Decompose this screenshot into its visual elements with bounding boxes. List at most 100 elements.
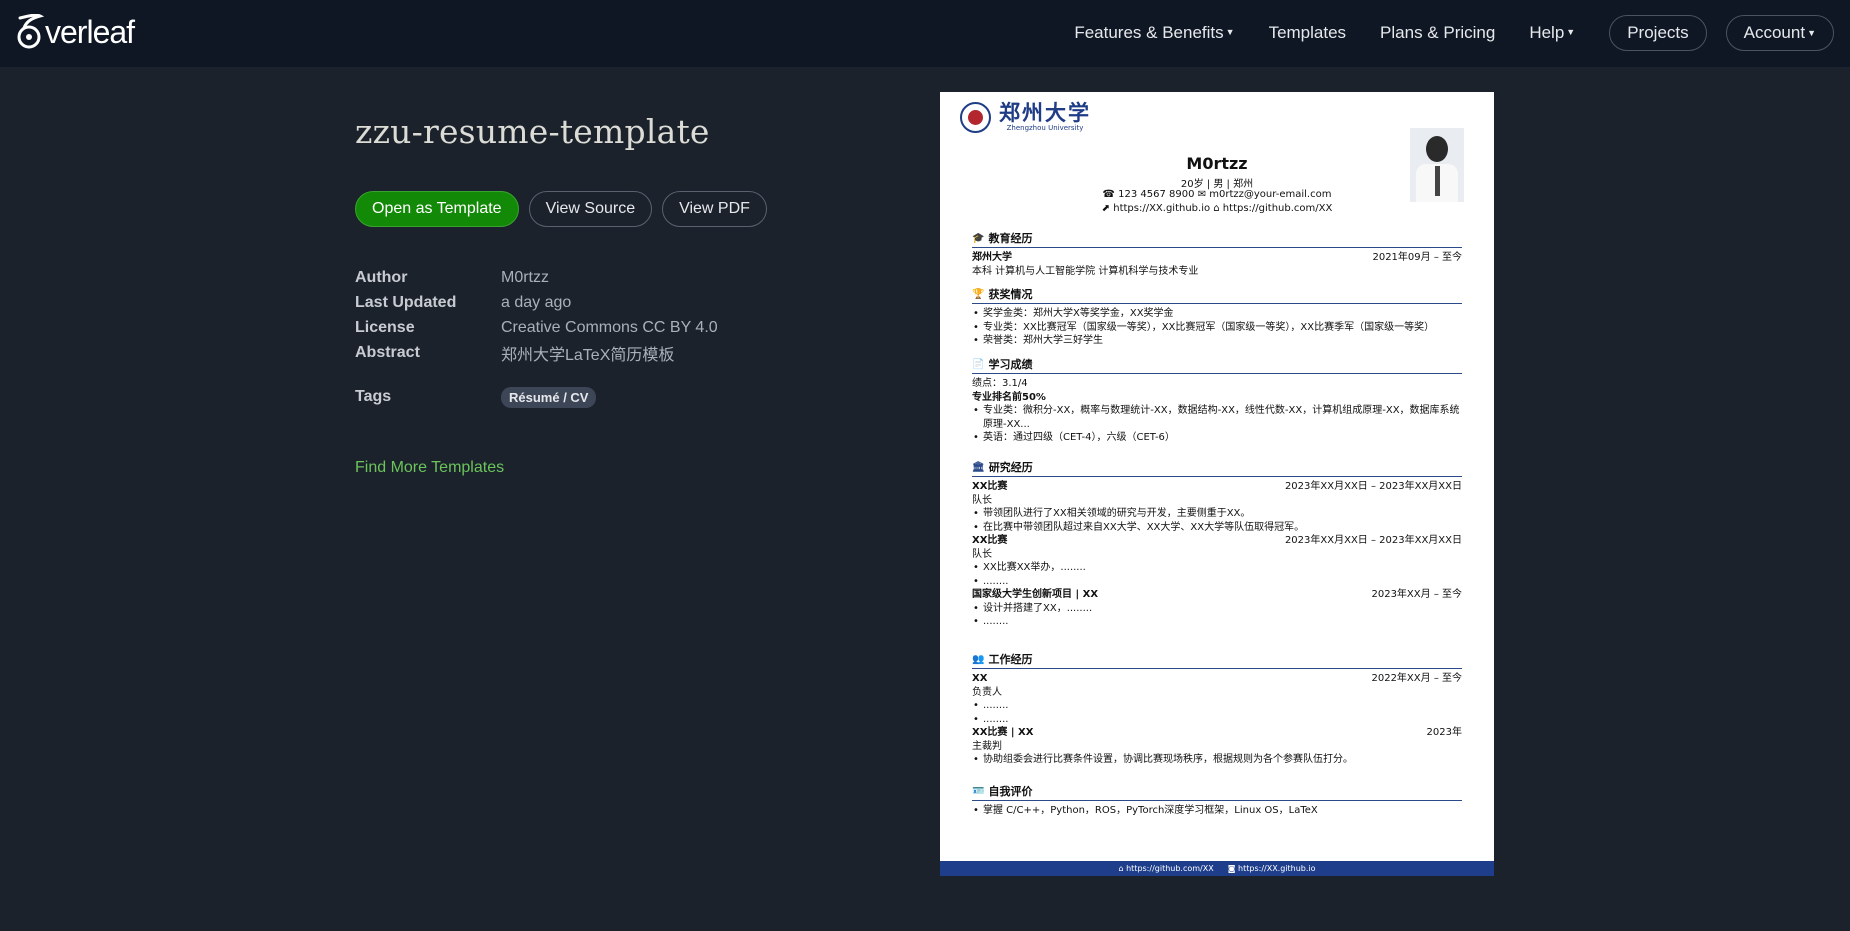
cv-entry: XX比赛 2023年XX月XX日 – 2023年XX月XX日: [972, 534, 1462, 548]
nav-projects-button[interactable]: Projects: [1609, 15, 1707, 51]
meta-key: Author: [355, 268, 408, 286]
entry-date: 2023年XX月XX日 – 2023年XX月XX日: [1284, 535, 1462, 546]
entry-role: 主裁判: [972, 740, 1002, 752]
meta-key: Last Updated: [355, 293, 457, 311]
meta-abstract-value: 郑州大学LaTeX简历模板: [501, 346, 675, 364]
template-title: zzu-resume-template: [355, 112, 710, 151]
university-header: 郑州大学 Zhengzhou University: [960, 102, 1091, 133]
gpa: 绩点：3.1/4: [972, 378, 1028, 389]
list-item: 掌握 C/C++，Python，ROS，PyTorch深度学习框架，Linux …: [972, 804, 1462, 818]
caret-down-icon: ▼: [1566, 27, 1576, 37]
list-item: ........: [972, 575, 1462, 589]
tags-label: Tags: [355, 388, 392, 405]
list-item: 专业类：微积分-XX，概率与数理统计-XX，数据结构-XX，线性代数-XX，计算…: [972, 404, 1462, 431]
list-item: 奖学金类：郑州大学X等奖学金，XX奖学金: [972, 307, 1462, 321]
cv-info: 20岁 | 男 | 郑州: [1180, 179, 1254, 190]
overleaf-logo[interactable]: verleaf: [14, 14, 135, 50]
entry-role: 队长: [972, 494, 992, 506]
trophy-icon: 🏆: [972, 288, 985, 300]
find-more-templates-link[interactable]: Find More Templates: [355, 459, 504, 477]
entry-date: 2023年XX月 – 至今: [1371, 589, 1462, 600]
cv-entry: XX 2022年XX月 – 至今: [972, 672, 1462, 686]
entry-date: 2023年XX月XX日 – 2023年XX月XX日: [1284, 481, 1462, 492]
nav-plans-pricing[interactable]: Plans & Pricing: [1380, 23, 1495, 43]
template-actions: Open as Template View Source View PDF: [355, 191, 855, 227]
meta-row-last-updated: Last Updated a day ago: [355, 290, 855, 315]
template-metadata: Author M0rtzz Last Updated a day ago Lic…: [355, 265, 855, 409]
list-item: 协助组委会进行比赛条件设置，协调比赛现场秩序，根据规则为各个参赛队伍打分。: [972, 753, 1462, 767]
nav-templates[interactable]: Templates: [1269, 23, 1346, 43]
list-item: 英语：通过四级（CET-4），六级（CET-6）: [972, 431, 1462, 445]
footer-github-text: https://github.com/XX: [1126, 864, 1214, 873]
section-heading: 🪪 自我评价: [972, 783, 1462, 801]
footer-github-link: ⌂ https://github.com/XX: [1118, 864, 1213, 873]
section-title: 研究经历: [988, 461, 1033, 474]
section-heading: 🏆 获奖情况: [972, 286, 1462, 304]
github-icon: ⌂: [1118, 864, 1124, 873]
top-navbar: verleaf Features & Benefits ▼ Templates P…: [0, 0, 1850, 67]
list-item: ........: [972, 615, 1462, 629]
entry-name: 国家级大学生创新项目 | XX: [972, 589, 1099, 600]
id-card-icon: 🪪: [972, 785, 985, 797]
cv-section-research: 🏛研究经历 XX比赛 2023年XX月XX日 – 2023年XX月XX日 队长 带…: [972, 459, 1462, 629]
university-name-cn: 郑州大学: [999, 100, 1091, 125]
list-item: XX比赛XX举办，........: [972, 561, 1462, 575]
entry-role: 负责人: [972, 686, 1002, 698]
meta-last-updated-value: a day ago: [501, 293, 572, 311]
meta-row-tags: Tags Résumé / CV: [355, 385, 855, 409]
cv-entry: 郑州大学 2021年09月 – 至今: [972, 251, 1462, 265]
list-item: ........: [972, 699, 1462, 713]
nav-account-dropdown[interactable]: Account ▼: [1725, 15, 1834, 51]
pdf-footer: ⌂ https://github.com/XX ◙ https://XX.git…: [940, 861, 1494, 876]
university-name: 郑州大学 Zhengzhou University: [999, 102, 1091, 133]
nav-help-label: Help: [1529, 23, 1565, 42]
view-pdf-button[interactable]: View PDF: [662, 191, 767, 227]
nav-account-label: Account: [1743, 23, 1806, 42]
meta-license-value: Creative Commons CC BY 4.0: [501, 318, 718, 336]
list-item: 专业类：XX比赛冠军（国家级一等奖），XX比赛冠军（国家级一等奖），XX比赛季军…: [972, 321, 1462, 335]
tag-resume-cv[interactable]: Résumé / CV: [501, 386, 597, 408]
entry-detail: 本科 计算机与人工智能学院 计算机科学与技术专业: [972, 265, 1199, 277]
cv-section-self-evaluation: 🪪自我评价 掌握 C/C++，Python，ROS，PyTorch深度学习框架，…: [972, 783, 1462, 818]
cv-entry: XX比赛 2023年XX月XX日 – 2023年XX月XX日: [972, 480, 1462, 494]
list-item: ........: [972, 713, 1462, 727]
entry-name: XX比赛 | XX: [972, 727, 1034, 738]
list-item: 荣誉类：郑州大学三好学生: [972, 334, 1462, 348]
cv-name: M0rtzz: [1186, 154, 1248, 173]
nav-features-label: Features & Benefits: [1074, 23, 1224, 42]
entry-name: XX比赛: [972, 535, 1008, 546]
nav-links: Features & Benefits ▼ Templates Plans & P…: [1040, 14, 1834, 52]
list-item: 在比赛中带领团队超过来自XX大学、XX大学、XX大学等队伍取得冠军。: [972, 521, 1462, 535]
caret-down-icon: ▼: [1225, 27, 1235, 37]
cv-links: ⬈ https://XX.github.io ⌂ https://github.…: [1101, 203, 1333, 214]
meta-row-abstract: Abstract 郑州大学LaTeX简历模板: [355, 340, 855, 365]
open-as-template-button[interactable]: Open as Template: [355, 191, 519, 227]
cv-section-awards: 🏆获奖情况 奖学金类：郑州大学X等奖学金，XX奖学金 专业类：XX比赛冠军（国家…: [972, 286, 1462, 348]
footer-blog-text: https://XX.github.io: [1238, 864, 1316, 873]
cv-section-work: 👥工作经历 XX 2022年XX月 – 至今 负责人 ........ .....…: [972, 651, 1462, 767]
overleaf-leaf-icon: [17, 14, 44, 49]
template-details: zzu-resume-template Open as Template Vie…: [355, 112, 855, 477]
rank: 专业排名前50%: [972, 391, 1046, 403]
graduation-cap-icon: 🎓: [972, 232, 985, 244]
section-title: 教育经历: [988, 232, 1033, 245]
entry-name: XX: [972, 673, 988, 684]
section-heading: 🏛 研究经历: [972, 459, 1462, 477]
meta-row-author: Author M0rtzz: [355, 265, 855, 290]
file-icon: 📄: [972, 358, 985, 370]
section-title: 工作经历: [988, 653, 1033, 666]
entry-role: 队长: [972, 548, 992, 560]
caret-down-icon: ▼: [1807, 28, 1816, 38]
list-item: 设计并搭建了XX，........: [972, 602, 1462, 616]
section-title: 获奖情况: [988, 288, 1033, 301]
nav-help-dropdown[interactable]: Help ▼: [1529, 23, 1575, 43]
rss-icon: ◙: [1227, 864, 1236, 873]
meta-key: License: [355, 318, 415, 336]
entry-date: 2022年XX月 – 至今: [1371, 673, 1462, 684]
university-icon: 🏛: [972, 461, 985, 473]
template-pdf-preview[interactable]: 郑州大学 Zhengzhou University M0rtzz 20岁 | 男…: [940, 92, 1494, 876]
nav-features-dropdown[interactable]: Features & Benefits ▼: [1074, 23, 1234, 43]
university-name-en: Zhengzhou University: [1006, 124, 1084, 132]
view-source-button[interactable]: View Source: [528, 191, 653, 227]
section-title: 学习成绩: [988, 358, 1033, 371]
